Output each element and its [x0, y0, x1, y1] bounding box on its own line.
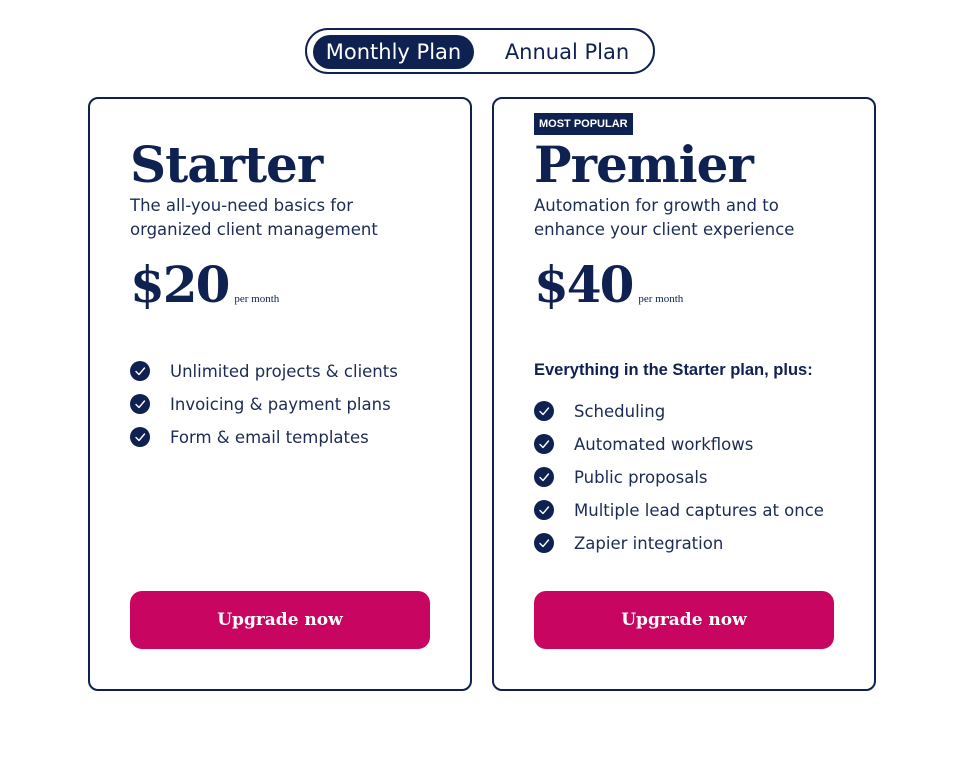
plan-description: The all-you-need basics for organized cl… [130, 196, 378, 239]
check-circle-icon [534, 401, 554, 421]
check-circle-icon [130, 361, 150, 381]
feature-list: Scheduling Automated workflows Public pr… [534, 401, 824, 566]
feature-item: Invoicing & payment plans [130, 394, 398, 427]
feature-item: Multiple lead captures at once [534, 500, 824, 533]
feature-label: Zapier integration [574, 534, 724, 553]
plan-price: $40 [534, 255, 634, 314]
check-circle-icon [130, 427, 150, 447]
plan-name: Premier [534, 135, 754, 194]
feature-item: Form & email templates [130, 427, 398, 460]
feature-label: Form & email templates [170, 428, 369, 447]
price-row: $40 per month [534, 255, 683, 315]
most-popular-badge: MOST POPULAR [534, 113, 633, 135]
annual-plan-toggle-option[interactable]: Annual Plan [482, 35, 652, 69]
plan-description: Automation for growth and to enhance you… [534, 196, 795, 239]
starter-plan-card: Starter The all-you-need basics for orga… [88, 97, 472, 691]
premier-plan-card: MOST POPULAR Premier Automation for grow… [492, 97, 876, 691]
feature-item: Public proposals [534, 467, 824, 500]
feature-item: Automated workflows [534, 434, 824, 467]
plan-price: $20 [130, 255, 230, 314]
price-unit: per month [638, 293, 684, 305]
feature-label: Scheduling [574, 402, 666, 421]
feature-item: Unlimited projects & clients [130, 361, 398, 394]
features-heading: Everything in the Starter plan, plus: [534, 361, 813, 379]
check-circle-icon [534, 533, 554, 553]
feature-label: Multiple lead captures at once [574, 501, 824, 520]
price-row: $20 per month [130, 255, 279, 315]
premier-upgrade-now-button[interactable]: Upgrade now [534, 591, 834, 649]
price-unit: per month [234, 293, 280, 305]
feature-label: Public proposals [574, 468, 708, 487]
starter-upgrade-now-button[interactable]: Upgrade now [130, 591, 430, 649]
monthly-plan-toggle-option[interactable]: Monthly Plan [313, 35, 474, 69]
feature-label: Invoicing & payment plans [170, 395, 391, 414]
feature-list: Unlimited projects & clients Invoicing &… [130, 361, 398, 460]
feature-label: Automated workflows [574, 435, 754, 454]
check-circle-icon [534, 467, 554, 487]
feature-item: Zapier integration [534, 533, 824, 566]
check-circle-icon [534, 500, 554, 520]
plan-billing-toggle: Monthly Plan Annual Plan [305, 28, 655, 74]
check-circle-icon [130, 394, 150, 414]
plan-name: Starter [130, 135, 323, 194]
feature-label: Unlimited projects & clients [170, 362, 398, 381]
check-circle-icon [534, 434, 554, 454]
feature-item: Scheduling [534, 401, 824, 434]
